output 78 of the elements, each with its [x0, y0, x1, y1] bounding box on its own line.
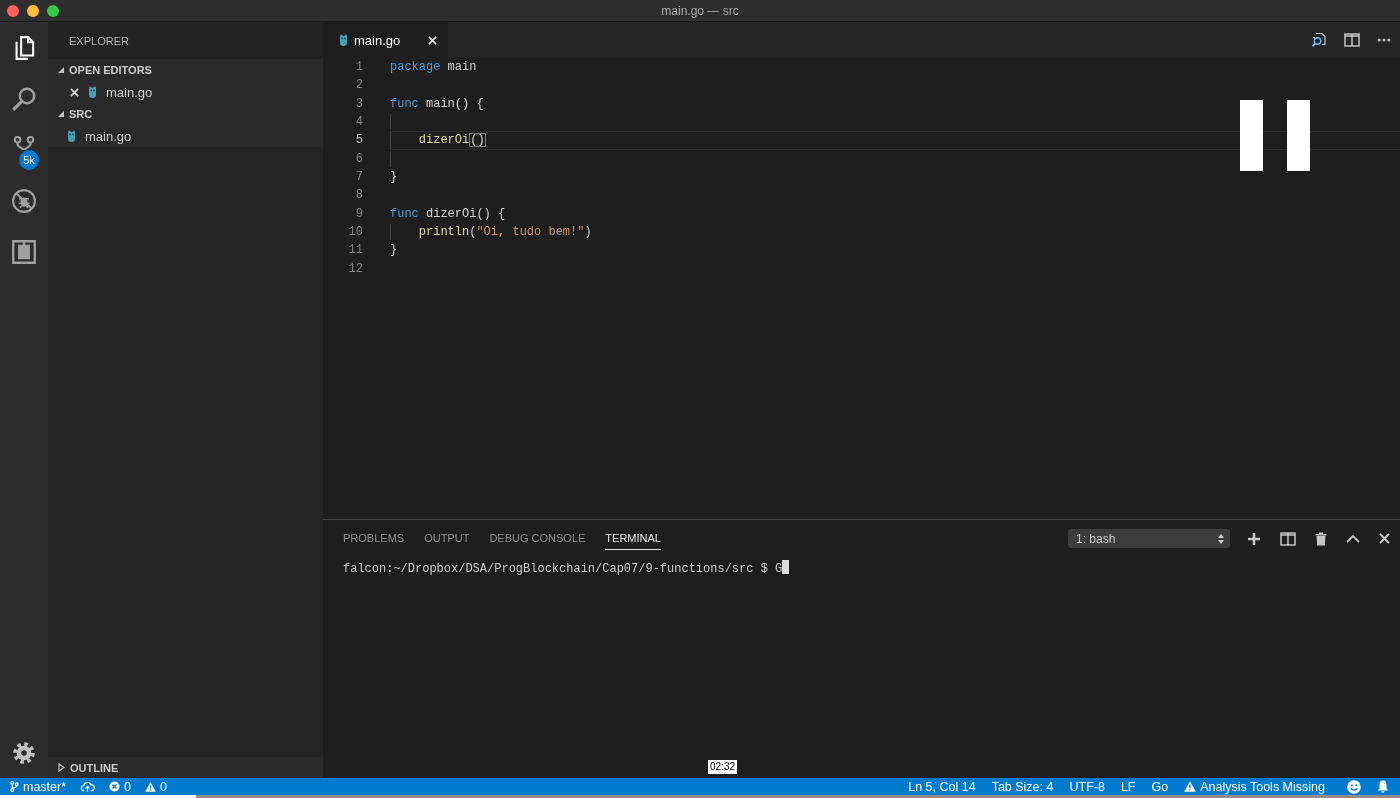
editor-tab[interactable]: main.go — [323, 22, 449, 58]
section-header[interactable]: OUTLINE — [48, 757, 323, 778]
code-line: package main — [390, 59, 477, 76]
search-file-icon[interactable] — [1311, 32, 1327, 48]
close-icon[interactable] — [70, 87, 79, 97]
code-line: } — [390, 242, 398, 259]
branch-icon — [10, 781, 19, 792]
line-number: 5 — [354, 132, 363, 150]
warning-icon — [145, 781, 157, 792]
line-number: 6 — [354, 150, 363, 168]
status-item[interactable]: Ln 5, Col 14 — [908, 778, 976, 795]
code-line: dizerOi() — [418, 132, 486, 149]
bell-icon[interactable] — [1377, 780, 1389, 793]
section-header[interactable]: SRC — [48, 103, 323, 125]
terminal-select[interactable]: 1: bash — [1068, 529, 1230, 548]
triangle-icon[interactable] — [58, 67, 64, 73]
line-number: 10 — [347, 223, 363, 241]
line-number: 7 — [354, 168, 363, 186]
chevron-up-icon[interactable] — [1346, 534, 1360, 543]
search-icon[interactable] — [12, 87, 36, 111]
line-number: 9 — [354, 205, 363, 223]
line-number: 1 — [354, 59, 363, 76]
line-number: 12 — [347, 260, 363, 278]
window-title: main.go — src — [661, 3, 739, 18]
line-number: 11 — [347, 242, 363, 260]
warning-count-button[interactable]: 0 — [145, 778, 167, 795]
plus-icon[interactable] — [1247, 531, 1261, 546]
more-icon[interactable] — [1377, 38, 1391, 42]
close-icon[interactable] — [428, 35, 438, 45]
debug-icon[interactable] — [12, 189, 36, 213]
count-badge: 5k — [19, 149, 39, 170]
branch-button[interactable]: master* — [10, 778, 67, 795]
warning-icon — [1184, 781, 1197, 792]
close-window-icon[interactable] — [7, 4, 19, 17]
status-item[interactable]: Go — [1151, 778, 1169, 795]
error-icon — [109, 781, 121, 792]
file-icon — [339, 34, 348, 46]
warning-button[interactable]: Analysis Tools Missing — [1184, 778, 1325, 795]
video-progress-track[interactable] — [0, 795, 1400, 798]
status-item[interactable]: Tab Size: 4 — [991, 778, 1054, 795]
error-count-button[interactable]: 0 — [109, 778, 132, 795]
triangle-icon[interactable] — [58, 763, 65, 772]
terminal-line: falcon:~/Dropbox/DSA/ProgBlockchain/Cap07/9-functions/src $ G — [343, 562, 783, 576]
file-icon — [67, 130, 76, 142]
panel-tab[interactable]: DEBUG CONSOLE — [489, 527, 586, 550]
file-item[interactable]: main.go — [48, 125, 323, 147]
status-item[interactable]: LF — [1120, 778, 1136, 795]
close-icon[interactable] — [1379, 533, 1390, 544]
line-number: 3 — [354, 95, 363, 113]
code-line: } — [390, 168, 398, 186]
file-icon — [88, 86, 97, 98]
status-item[interactable]: UTF-8 — [1069, 778, 1105, 795]
code-line: func main() { — [390, 95, 484, 112]
panel-tab[interactable]: TERMINAL — [605, 527, 661, 550]
trash-icon[interactable] — [1315, 531, 1327, 546]
minimize-window-icon[interactable] — [27, 4, 39, 17]
line-number: 8 — [354, 187, 363, 205]
panel-tab[interactable]: PROBLEMS — [343, 527, 405, 550]
smiley-icon[interactable] — [1347, 779, 1361, 794]
panel-tab[interactable]: OUTPUT — [424, 527, 470, 550]
up-down-arrows-icon — [1218, 533, 1224, 544]
extensions-icon[interactable] — [12, 240, 36, 264]
zoom-window-icon[interactable] — [47, 4, 59, 17]
line-number: 2 — [354, 77, 363, 95]
code-line: func dizerOi() { — [390, 205, 506, 222]
settings-icon[interactable] — [13, 741, 35, 764]
cloud-upload-icon[interactable] — [80, 781, 96, 792]
split-editor-icon[interactable] — [1344, 33, 1360, 47]
cursor-block-icon — [782, 560, 790, 574]
triangle-icon[interactable] — [58, 111, 64, 117]
open-editor-item[interactable]: main.go — [48, 81, 323, 103]
code-line: println("Oi, tudo bem!") — [418, 223, 592, 241]
split-panel-icon[interactable] — [1280, 531, 1296, 546]
source-control-icon[interactable] — [13, 136, 35, 150]
time-tooltip: 02:32 — [708, 760, 738, 774]
line-number: 4 — [354, 114, 363, 131]
sidebar-title: EXPLORER — [69, 34, 129, 47]
section-header[interactable]: OPEN EDITORS — [48, 59, 323, 81]
